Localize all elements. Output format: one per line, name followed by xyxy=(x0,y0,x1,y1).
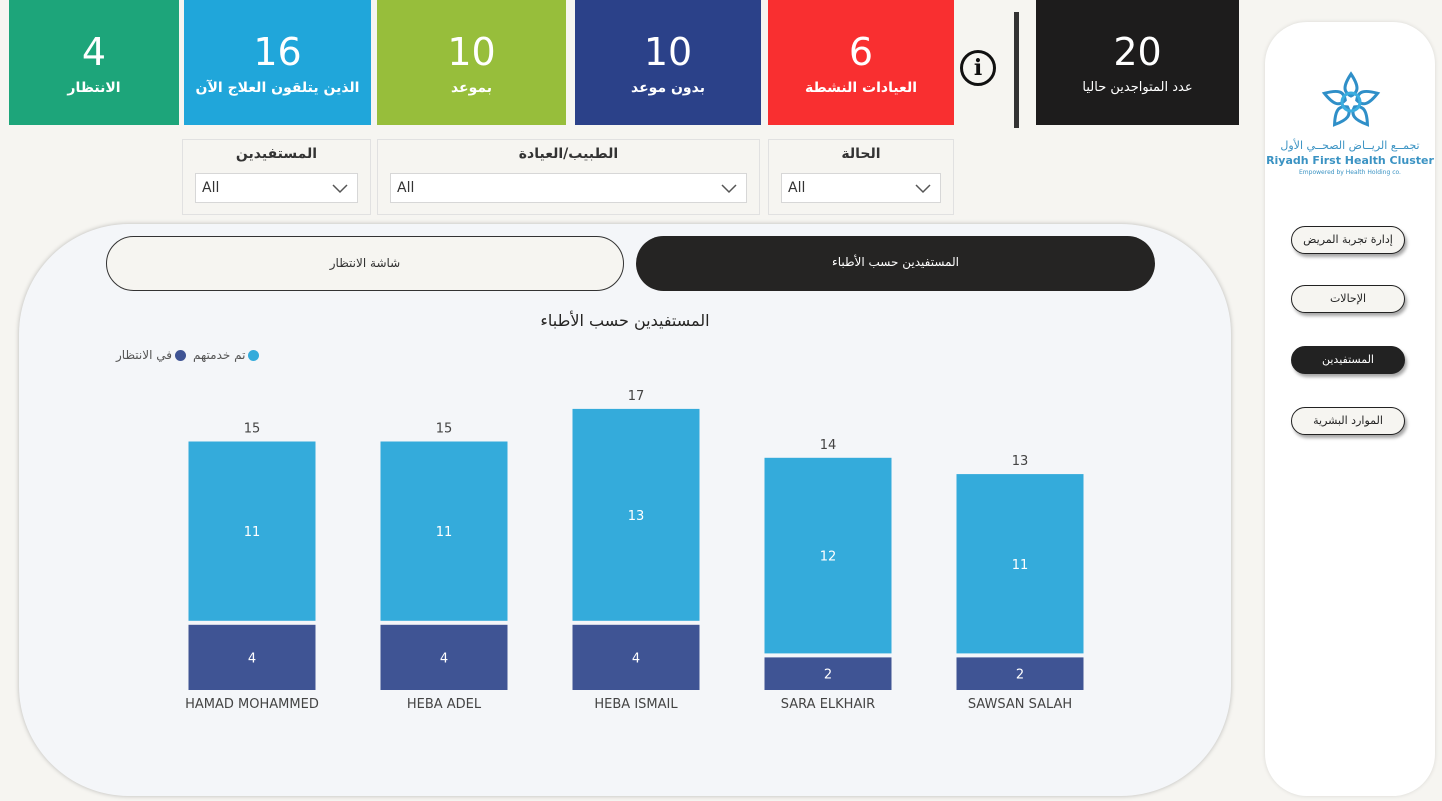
chart-panel: شاشة الانتظار المستفيدين حسب الأطباء الم… xyxy=(19,224,1231,796)
kpi-value: 4 xyxy=(81,30,107,74)
kpi-in-treatment-card: 16 الذين يتلقون العلاج الآن xyxy=(184,0,371,125)
data-label-waiting: 2 xyxy=(824,668,832,683)
data-label-total: 14 xyxy=(820,438,837,453)
kpi-waiting-card: 4 الانتظار xyxy=(9,0,179,125)
dropdown-value: All xyxy=(397,180,415,196)
kpi-current-total-card: 20 عدد المتواجدين حاليا xyxy=(1036,0,1239,125)
kpi-without-appointment-card: 10 بدون موعد xyxy=(575,0,761,125)
kpi-label: الذين يتلقون العلاج الآن xyxy=(195,80,360,96)
kpi-with-appointment-card: 10 بموعد xyxy=(377,0,566,125)
data-label-served: 13 xyxy=(628,509,645,524)
stacked-bar-chart: 4 11 15 HAMAD MOHAMMED 4 11 15 HEBA ADEL 4 13 17 HE… xyxy=(185,389,1084,712)
data-label-served: 12 xyxy=(820,550,837,565)
logo xyxy=(1295,70,1405,140)
kpi-value: 6 xyxy=(848,30,874,74)
logo-tagline: Empowered by Health Holding co. xyxy=(1299,169,1401,176)
filter-title: الطبيب/العيادة xyxy=(518,146,619,162)
kpi-label: عدد المتواجدين حاليا xyxy=(1082,80,1193,95)
dropdown-value: All xyxy=(788,180,806,196)
kpi-label: الانتظار xyxy=(67,80,121,96)
kpi-label: العيادات النشطة xyxy=(805,80,917,96)
data-label-served: 11 xyxy=(1012,558,1029,573)
dropdown-value: All xyxy=(202,180,220,196)
data-label-total: 17 xyxy=(628,389,645,404)
data-label-served: 11 xyxy=(244,525,261,540)
kpi-value: 10 xyxy=(643,30,693,74)
logo-english-text: Riyadh First Health Cluster xyxy=(1266,154,1434,167)
chevron-down-icon xyxy=(915,184,931,194)
kpi-value: 10 xyxy=(447,30,496,74)
dashboard: 4 الانتظار 16 الذين يتلقون العلاج الآن 1… xyxy=(0,0,1442,801)
data-label-waiting: 2 xyxy=(1016,668,1024,683)
data-label-waiting: 4 xyxy=(632,651,640,666)
category-label: SAWSAN SALAH xyxy=(968,697,1072,712)
nav-beneficiaries-button[interactable]: المستفيدين xyxy=(1291,346,1405,374)
logo-star-icon xyxy=(1321,71,1381,127)
data-label-total: 15 xyxy=(244,422,261,437)
category-label: SARA ELKHAIR xyxy=(781,697,875,712)
filter-title: الحالة xyxy=(841,146,881,162)
data-label-served: 11 xyxy=(436,525,453,540)
kpi-value: 16 xyxy=(253,30,302,74)
data-label-waiting: 4 xyxy=(440,651,448,666)
category-label: HEBA ISMAIL xyxy=(594,697,678,712)
data-label-total: 13 xyxy=(1012,454,1029,469)
filter-doctor-clinic: الطبيب/العيادة All xyxy=(377,139,760,215)
divider xyxy=(1014,12,1019,128)
chevron-down-icon xyxy=(721,184,737,194)
kpi-value: 20 xyxy=(1113,30,1162,74)
kpi-label: بدون موعد xyxy=(631,80,705,96)
beneficiaries-dropdown[interactable]: All xyxy=(195,173,358,203)
logo-arabic-text: تجمــع الريــاض الصحــي الأول xyxy=(1280,139,1420,152)
category-label: HAMAD MOHAMMED xyxy=(185,697,319,712)
filter-title: المستفيدين xyxy=(235,146,318,162)
nav-human-resources-button[interactable]: الموارد البشرية xyxy=(1291,407,1405,435)
category-label: HEBA ADEL xyxy=(407,697,482,712)
filter-beneficiaries: المستفيدين All xyxy=(182,139,371,215)
info-icon[interactable]: i xyxy=(960,50,996,86)
status-dropdown[interactable]: All xyxy=(781,173,941,203)
nav-patient-experience-button[interactable]: إدارة تجربة المريض xyxy=(1291,226,1405,254)
chevron-down-icon xyxy=(332,184,348,194)
filter-status: الحالة All xyxy=(768,139,954,215)
kpi-label: بموعد xyxy=(450,80,493,96)
nav-referrals-button[interactable]: الإحالات xyxy=(1291,285,1405,313)
doctor-clinic-dropdown[interactable]: All xyxy=(390,173,747,203)
sidebar: تجمــع الريــاض الصحــي الأول Riyadh Fir… xyxy=(1265,22,1435,796)
data-label-waiting: 4 xyxy=(248,651,256,666)
data-label-total: 15 xyxy=(436,422,453,437)
kpi-active-clinics-card: 6 العيادات النشطة xyxy=(768,0,954,125)
